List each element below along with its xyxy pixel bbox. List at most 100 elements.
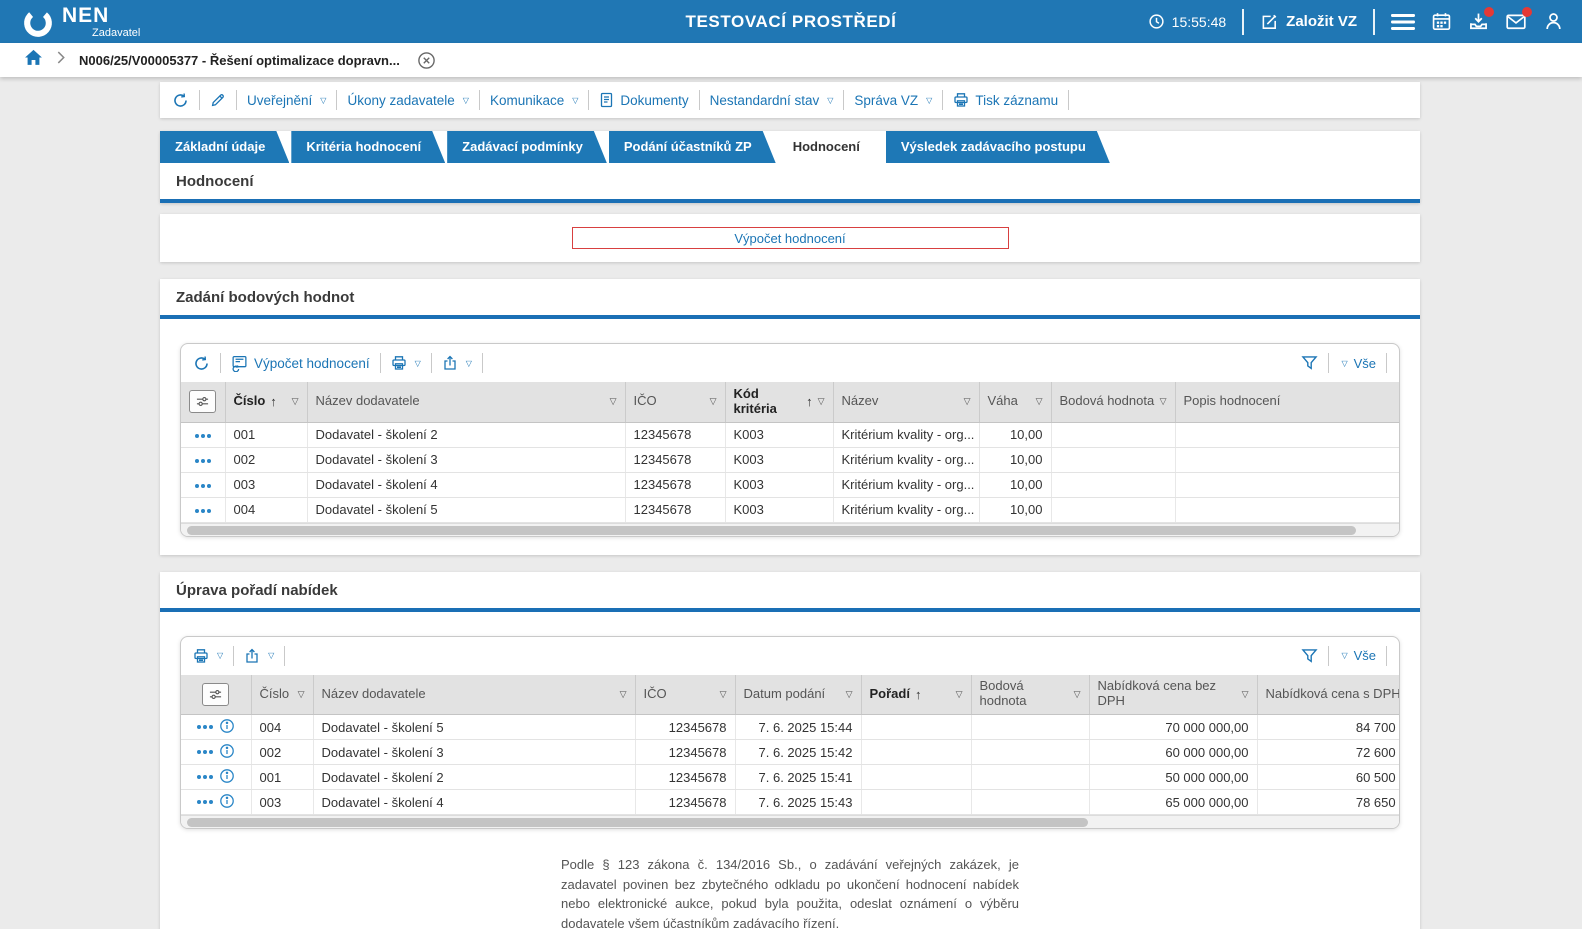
filter-triangle-icon[interactable]: ▽ (818, 396, 825, 407)
cell-kod: K003 (725, 472, 833, 497)
header-vaha[interactable]: Váha▽ (979, 382, 1051, 422)
grid-print-button[interactable]: ▽ (193, 648, 223, 664)
grid-vypocet-hodnoceni-button[interactable]: Výpočet hodnocení (231, 355, 370, 372)
filter-triangle-icon[interactable]: ▽ (1242, 689, 1249, 700)
menu-ukony-zadavatele[interactable]: Úkony zadavatele▽ (347, 93, 468, 108)
header-cislo[interactable]: Číslo▽ (251, 675, 313, 715)
calendar-icon[interactable] (1431, 11, 1452, 32)
table-row[interactable]: 001 Dodavatel - školení 2 12345678 7. 6.… (181, 765, 1400, 790)
header-nazev-dodavatele[interactable]: Název dodavatele▽ (307, 382, 625, 422)
row-menu-icon[interactable] (195, 484, 211, 488)
filter-triangle-icon[interactable]: ▽ (1036, 396, 1043, 407)
filter-triangle-icon[interactable]: ▽ (846, 689, 853, 700)
poradi-grid-toolbar: ▽ ▽ (181, 637, 1399, 675)
filter-triangle-icon[interactable]: ▽ (620, 689, 627, 700)
topbar-separator (1242, 9, 1244, 35)
row-menu-icon[interactable] (195, 459, 211, 463)
row-menu-icon[interactable] (197, 775, 213, 779)
table-row[interactable]: 002 Dodavatel - školení 3 12345678 7. 6.… (181, 740, 1400, 765)
row-menu-icon[interactable] (197, 725, 213, 729)
horizontal-scrollbar[interactable] (181, 815, 1399, 828)
grid-filter-button[interactable] (1301, 355, 1318, 371)
tab-zakladni-udaje[interactable]: Základní údaje (160, 131, 289, 163)
header-nazev-dodavatele[interactable]: Název dodavatele▽ (313, 675, 635, 715)
menu-uverejneni[interactable]: Uveřejnění▽ (247, 93, 326, 108)
grid-view-all-control[interactable]: ▽ Vše (1339, 356, 1376, 371)
cell-dodavatel: Dodavatel - školení 4 (313, 790, 635, 815)
tab-podani-ucastniku[interactable]: Podání účastníků ZP (609, 131, 776, 163)
header-cislo[interactable]: Číslo↑▽ (225, 382, 307, 422)
filter-triangle-icon[interactable]: ▽ (292, 396, 299, 407)
scrollbar-thumb[interactable] (187, 526, 1356, 535)
home-icon[interactable] (24, 49, 43, 71)
cell-datum: 7. 6. 2025 15:43 (735, 790, 861, 815)
info-icon[interactable] (219, 722, 235, 737)
column-settings-icon[interactable] (202, 683, 229, 706)
header-cena-s-dph[interactable]: Nabídková cena s DPH (1257, 675, 1400, 715)
header-ico[interactable]: IČO▽ (635, 675, 735, 715)
breadcrumb-record-title[interactable]: N006/25/V00005377 - Řešení optimalizace … (79, 53, 400, 68)
tab-vysledek[interactable]: Výsledek zadávacího postupu (886, 131, 1110, 163)
refresh-button[interactable] (172, 92, 189, 109)
filter-triangle-icon[interactable]: ▽ (964, 396, 971, 407)
header-popis-hodnoceni[interactable]: Popis hodnocení (1175, 382, 1399, 422)
close-record-icon[interactable] (417, 51, 436, 70)
grid-export-button[interactable]: ▽ (244, 648, 274, 664)
downloads-tray-icon[interactable] (1468, 11, 1489, 32)
filter-triangle-icon[interactable]: ▽ (298, 689, 305, 700)
row-menu-icon[interactable] (195, 509, 211, 513)
filter-triangle-icon[interactable]: ▽ (1074, 689, 1081, 700)
header-bodova-hodnota[interactable]: Bodová hodnota▽ (1051, 382, 1175, 422)
user-profile-icon[interactable] (1543, 11, 1564, 32)
create-vz-button[interactable]: Založit VZ (1260, 13, 1357, 31)
table-row[interactable]: 003 Dodavatel - školení 4 12345678 K003 … (181, 472, 1399, 497)
scrollbar-thumb[interactable] (187, 818, 1088, 827)
vypocet-hodnoceni-button[interactable]: Výpočet hodnocení (572, 227, 1009, 249)
table-row[interactable]: 004 Dodavatel - školení 5 12345678 K003 … (181, 497, 1399, 522)
grid-refresh-button[interactable] (193, 355, 210, 372)
tab-zadavaci-podminky[interactable]: Zadávací podmínky (447, 131, 607, 163)
filter-triangle-icon[interactable]: ▽ (956, 689, 963, 700)
info-icon[interactable] (219, 747, 235, 762)
grid-export-button[interactable]: ▽ (442, 355, 472, 371)
header-kod-kriteria[interactable]: Kód kritéria↑▽ (725, 382, 833, 422)
toolbar-separator (843, 90, 844, 110)
horizontal-scrollbar[interactable] (181, 523, 1399, 536)
tab-hodnoceni[interactable]: Hodnocení (778, 131, 884, 163)
table-row[interactable]: 004 Dodavatel - školení 5 12345678 7. 6.… (181, 715, 1400, 740)
menu-tisk-zaznamu[interactable]: Tisk záznamu (953, 92, 1058, 108)
info-icon[interactable] (219, 772, 235, 787)
info-icon[interactable] (219, 797, 235, 812)
header-poradi[interactable]: Pořadí↑▽ (861, 675, 971, 715)
grid-filter-button[interactable] (1301, 648, 1318, 664)
column-settings-icon[interactable] (189, 390, 216, 413)
cell-ico: 12345678 (625, 497, 725, 522)
filter-triangle-icon[interactable]: ▽ (1160, 396, 1167, 407)
header-datum-podani[interactable]: Datum podání▽ (735, 675, 861, 715)
filter-triangle-icon[interactable]: ▽ (720, 689, 727, 700)
table-row[interactable]: 001 Dodavatel - školení 2 12345678 K003 … (181, 422, 1399, 447)
row-menu-icon[interactable] (197, 800, 213, 804)
menu-nestandardni-stav[interactable]: Nestandardní stav▽ (710, 93, 834, 108)
header-cena-bez-dph[interactable]: Nabídková cena bez DPH▽ (1089, 675, 1257, 715)
menu-komunikace[interactable]: Komunikace▽ (490, 93, 578, 108)
cell-dodavatel: Dodavatel - školení 2 (313, 765, 635, 790)
header-ico[interactable]: IČO▽ (625, 382, 725, 422)
dropdown-triangle-icon: ▽ (466, 359, 472, 368)
table-row[interactable]: 003 Dodavatel - školení 4 12345678 7. 6.… (181, 790, 1400, 815)
header-nazev[interactable]: Název▽ (833, 382, 979, 422)
menu-sprava-vz[interactable]: Správa VZ▽ (854, 93, 932, 108)
header-bodova-hodnota[interactable]: Bodová hodnota▽ (971, 675, 1089, 715)
grid-view-all-control[interactable]: ▽ Vše (1339, 648, 1376, 663)
row-menu-icon[interactable] (195, 434, 211, 438)
mail-icon[interactable] (1505, 11, 1527, 32)
menu-dokumenty[interactable]: Dokumenty (599, 92, 688, 108)
table-row[interactable]: 002 Dodavatel - školení 3 12345678 K003 … (181, 447, 1399, 472)
row-menu-icon[interactable] (197, 750, 213, 754)
filter-triangle-icon[interactable]: ▽ (610, 396, 617, 407)
tab-kriteria-hodnoceni[interactable]: Kritéria hodnocení (291, 131, 445, 163)
filter-triangle-icon[interactable]: ▽ (710, 396, 717, 407)
grid-print-button[interactable]: ▽ (391, 355, 421, 371)
edit-pencil-button[interactable] (210, 92, 226, 108)
menu-hamburger-icon[interactable] (1391, 12, 1415, 32)
